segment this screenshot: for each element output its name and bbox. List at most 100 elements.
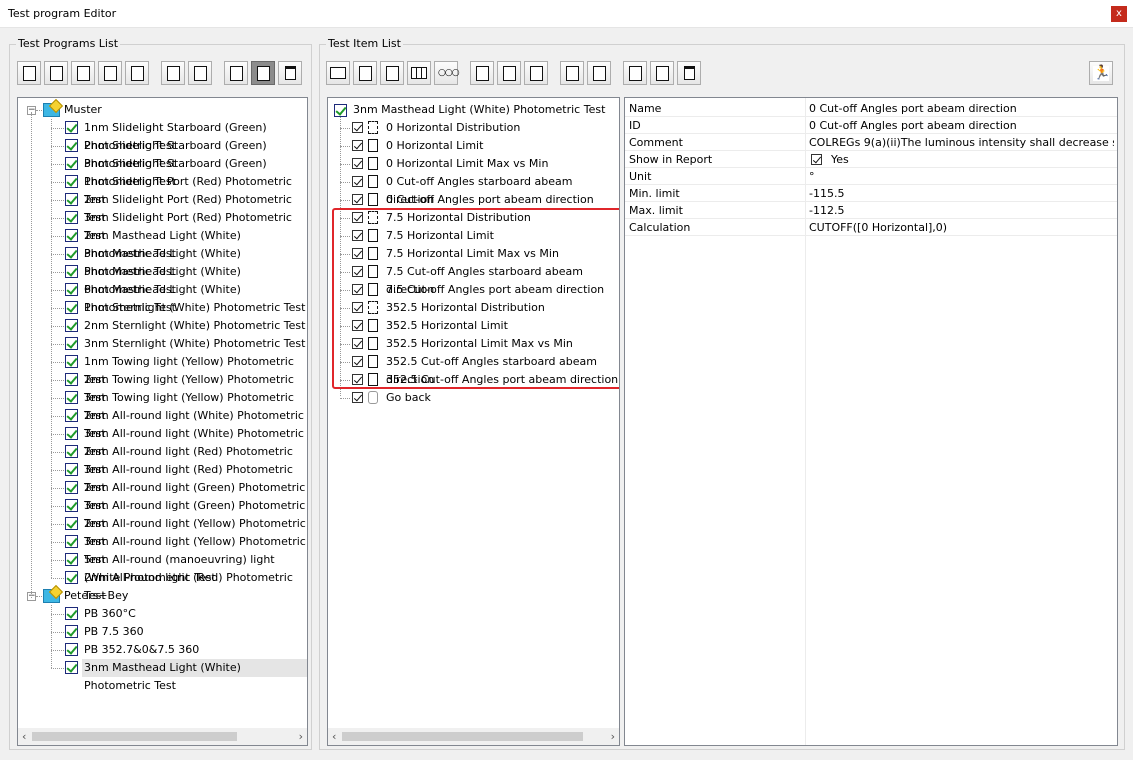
program-item-label[interactable]: 1nm Sternlight (White) Photometric Test	[84, 299, 305, 317]
show-in-report-checkbox[interactable]	[811, 154, 822, 165]
move-up-button[interactable]	[161, 61, 185, 85]
program-check-icon[interactable]	[65, 661, 78, 674]
program-item-label[interactable]: PB 352.7&0&7.5 360	[84, 641, 199, 659]
copy-button[interactable]	[623, 61, 647, 85]
scroll-left-icon[interactable]: ‹	[332, 730, 336, 743]
add-measurement-button[interactable]	[497, 61, 521, 85]
program-check-icon[interactable]	[65, 193, 78, 206]
program-check-icon[interactable]	[65, 211, 78, 224]
test-item-label[interactable]: 0 Cut-off Angles port abeam direction	[386, 191, 594, 209]
folder-label[interactable]: Muster	[64, 101, 102, 119]
program-item-label[interactable]: PB 360°C	[84, 605, 136, 623]
tree-connector	[51, 236, 64, 237]
item-checkbox[interactable]	[352, 140, 363, 151]
test-item-label[interactable]: Go back	[386, 389, 431, 407]
property-value[interactable]: -112.5	[809, 202, 1114, 219]
add-table-button[interactable]	[407, 61, 431, 85]
items-hscrollbar[interactable]: ‹ ›	[328, 728, 619, 745]
program-check-icon[interactable]	[65, 157, 78, 170]
program-check-icon[interactable]	[65, 139, 78, 152]
program-item-label[interactable]: 3nm Masthead Light (White) Photometric T…	[84, 659, 307, 695]
scroll-thumb[interactable]	[342, 732, 583, 741]
program-check-icon[interactable]	[65, 355, 78, 368]
test-programs-tree[interactable]: − Muster 1nm Slidelight Starboard (Green) …	[17, 97, 308, 746]
move-down-button[interactable]	[587, 61, 611, 85]
run-button[interactable]: 🏃	[1089, 61, 1113, 85]
property-value[interactable]: -115.5	[809, 185, 1114, 202]
move-up-button[interactable]	[560, 61, 584, 85]
add-row-button[interactable]	[326, 61, 350, 85]
add-step-button[interactable]	[353, 61, 377, 85]
program-check-icon[interactable]	[65, 175, 78, 188]
program-check-icon[interactable]	[65, 625, 78, 638]
new-program-button[interactable]	[17, 61, 41, 85]
save-button[interactable]	[71, 61, 95, 85]
item-checkbox[interactable]	[352, 158, 363, 169]
copy-button[interactable]	[224, 61, 248, 85]
program-check-icon[interactable]	[65, 409, 78, 422]
test-item-label[interactable]: 0 Horizontal Distribution	[386, 119, 520, 137]
delete-button[interactable]	[278, 61, 302, 85]
item-checkbox[interactable]	[352, 176, 363, 187]
close-button[interactable]: x	[1111, 6, 1127, 22]
scroll-left-icon[interactable]: ‹	[22, 730, 26, 743]
program-check-icon[interactable]	[65, 391, 78, 404]
add-subitem-button[interactable]	[125, 61, 149, 85]
root-program-label[interactable]: 3nm Masthead Light (White) Photometric T…	[353, 101, 605, 119]
program-check-icon[interactable]	[65, 247, 78, 260]
delete-button[interactable]	[677, 61, 701, 85]
folder-label[interactable]: Peters+Bey	[64, 587, 128, 605]
property-row: Comment COLREGs 9(a)(ii)The luminous inte…	[625, 134, 1117, 151]
property-value[interactable]: Yes	[831, 151, 1111, 168]
program-check-icon[interactable]	[65, 643, 78, 656]
move-down-button[interactable]	[188, 61, 212, 85]
scroll-right-icon[interactable]: ›	[611, 730, 615, 743]
program-check-icon[interactable]	[65, 481, 78, 494]
program-check-icon[interactable]	[65, 607, 78, 620]
add-distribution-button[interactable]	[380, 61, 404, 85]
add-calculation-button[interactable]	[470, 61, 494, 85]
new-from-template-button[interactable]	[44, 61, 68, 85]
program-check-icon[interactable]	[65, 535, 78, 548]
item-checkbox[interactable]	[352, 122, 363, 133]
property-value[interactable]: 0 Cut-off Angles port abeam direction	[809, 100, 1114, 117]
program-check-icon[interactable]	[65, 265, 78, 278]
properties-grid[interactable]: Name 0 Cut-off Angles port abeam directio…	[624, 97, 1118, 746]
test-items-tree[interactable]: 3nm Masthead Light (White) Photometric T…	[327, 97, 620, 746]
program-check-icon[interactable]	[65, 229, 78, 242]
program-check-icon[interactable]	[65, 121, 78, 134]
property-value[interactable]: 0 Cut-off Angles port abeam direction	[809, 117, 1114, 134]
programs-hscrollbar[interactable]: ‹ ›	[18, 728, 307, 745]
property-value[interactable]: CUTOFF([0 Horizontal],0)	[809, 219, 1114, 236]
program-check-icon[interactable]	[65, 427, 78, 440]
program-item-label[interactable]: 2nm Sternlight (White) Photometric Test	[84, 317, 305, 335]
program-item-label[interactable]: 3nm Sternlight (White) Photometric Test	[84, 335, 305, 353]
program-check-icon[interactable]	[65, 283, 78, 296]
paste-button[interactable]	[650, 61, 674, 85]
item-checkbox[interactable]	[352, 392, 363, 403]
property-value[interactable]: °	[809, 168, 1114, 185]
tree-connector	[340, 128, 350, 129]
scroll-right-icon[interactable]: ›	[299, 730, 303, 743]
program-check-icon[interactable]	[65, 499, 78, 512]
program-check-icon[interactable]	[65, 445, 78, 458]
test-item-label[interactable]: 0 Horizontal Limit	[386, 137, 483, 155]
program-check-icon[interactable]	[65, 571, 78, 584]
add-sequence-button[interactable]: ○○○	[434, 61, 460, 85]
program-check-icon[interactable]	[65, 463, 78, 476]
property-value[interactable]: COLREGs 9(a)(ii)The luminous intensity s…	[809, 134, 1114, 151]
test-item-label[interactable]: 0 Horizontal Limit Max vs Min	[386, 155, 548, 173]
program-check-icon[interactable]	[65, 373, 78, 386]
new-program-icon	[22, 65, 36, 81]
paste-button[interactable]	[251, 61, 275, 85]
scroll-thumb[interactable]	[32, 732, 237, 741]
item-checkbox[interactable]	[352, 194, 363, 205]
add-item-button[interactable]	[98, 61, 122, 85]
program-check-icon[interactable]	[65, 337, 78, 350]
program-check-icon[interactable]	[65, 517, 78, 530]
program-item-label[interactable]: PB 7.5 360	[84, 623, 144, 641]
program-check-icon[interactable]	[65, 301, 78, 314]
add-manual-button[interactable]	[524, 61, 548, 85]
program-check-icon[interactable]	[65, 553, 78, 566]
program-check-icon[interactable]	[65, 319, 78, 332]
